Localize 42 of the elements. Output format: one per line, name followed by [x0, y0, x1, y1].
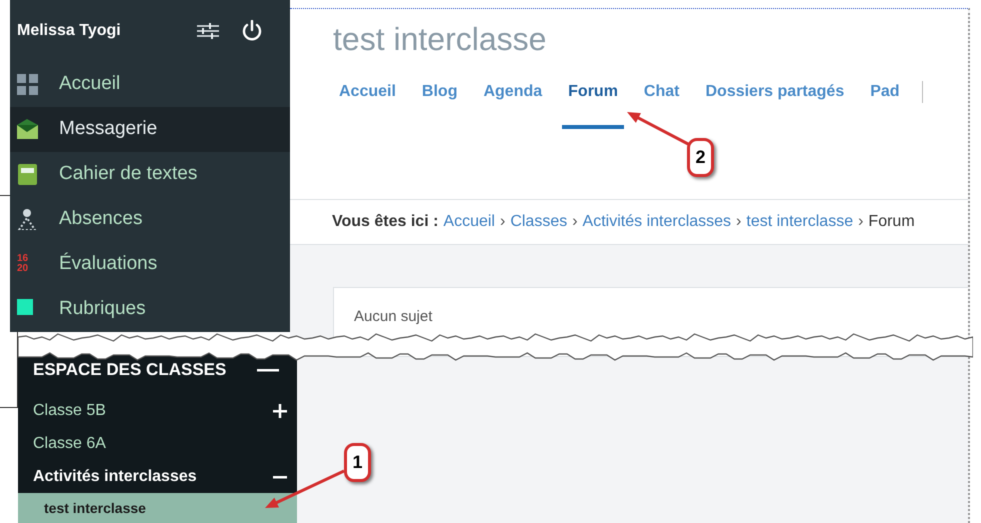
breadcrumb-link[interactable]: Accueil — [443, 210, 495, 234]
power-icon[interactable] — [241, 20, 263, 42]
page-title: test interclasse — [333, 20, 546, 59]
callout-number: 2 — [687, 138, 714, 177]
class-link[interactable]: Classe 5B — [33, 398, 273, 422]
callout-number: 1 — [344, 443, 371, 482]
settings-icon[interactable] — [197, 23, 219, 39]
sidebar-item[interactable]: Absences — [10, 197, 290, 242]
empty-message: Aucun sujet — [354, 308, 432, 325]
class-link[interactable]: Classe 6A — [33, 432, 293, 456]
sidebar-item[interactable]: Accueil — [10, 62, 290, 107]
nav-tab[interactable]: Agenda — [477, 81, 548, 129]
breadcrumb-link[interactable]: Classes — [510, 210, 568, 234]
user-name: Melissa Tyogi — [17, 21, 122, 41]
notebook-icon — [17, 164, 38, 185]
breadcrumb-separator: › — [736, 212, 742, 232]
breadcrumb-current: Forum — [868, 212, 915, 232]
sidebar-item[interactable]: 16 20 Évaluations — [10, 242, 290, 287]
figure-icon — [17, 209, 38, 230]
grid-icon — [17, 74, 38, 95]
breadcrumb-separator: › — [572, 212, 578, 232]
envelope-icon — [17, 119, 38, 140]
pointer-arrow — [627, 112, 691, 146]
expand-icon[interactable] — [273, 404, 287, 418]
breadcrumb-link[interactable]: test interclasse — [746, 210, 854, 234]
nav-tab[interactable]: Dossiers partagés — [699, 81, 850, 129]
breadcrumb-separator: › — [500, 212, 506, 232]
nav-tab[interactable]: Blog — [416, 81, 464, 129]
class-link[interactable]: Activités interclasses — [33, 464, 273, 488]
nav-tab[interactable]: Pad — [864, 81, 906, 129]
breadcrumb-link[interactable]: Activités interclasses — [582, 210, 732, 234]
sidebar-item[interactable]: Rubriques — [10, 287, 290, 332]
nav-tab[interactable]: Forum — [562, 81, 624, 129]
sidebar-item[interactable]: Messagerie — [10, 107, 290, 152]
breadcrumb-separator: › — [858, 212, 864, 232]
nav-tab[interactable]: Chat — [638, 81, 686, 129]
section-title: ESPACE DES CLASSES — [33, 359, 228, 382]
breadcrumb-label: Vous êtes ici : — [332, 212, 438, 232]
sidebar-item[interactable]: Cahier de textes — [10, 152, 290, 197]
nav-tab[interactable]: Accueil — [333, 81, 402, 129]
class-link[interactable]: test interclasse — [18, 493, 297, 523]
grade-icon: 16 20 — [17, 254, 38, 275]
